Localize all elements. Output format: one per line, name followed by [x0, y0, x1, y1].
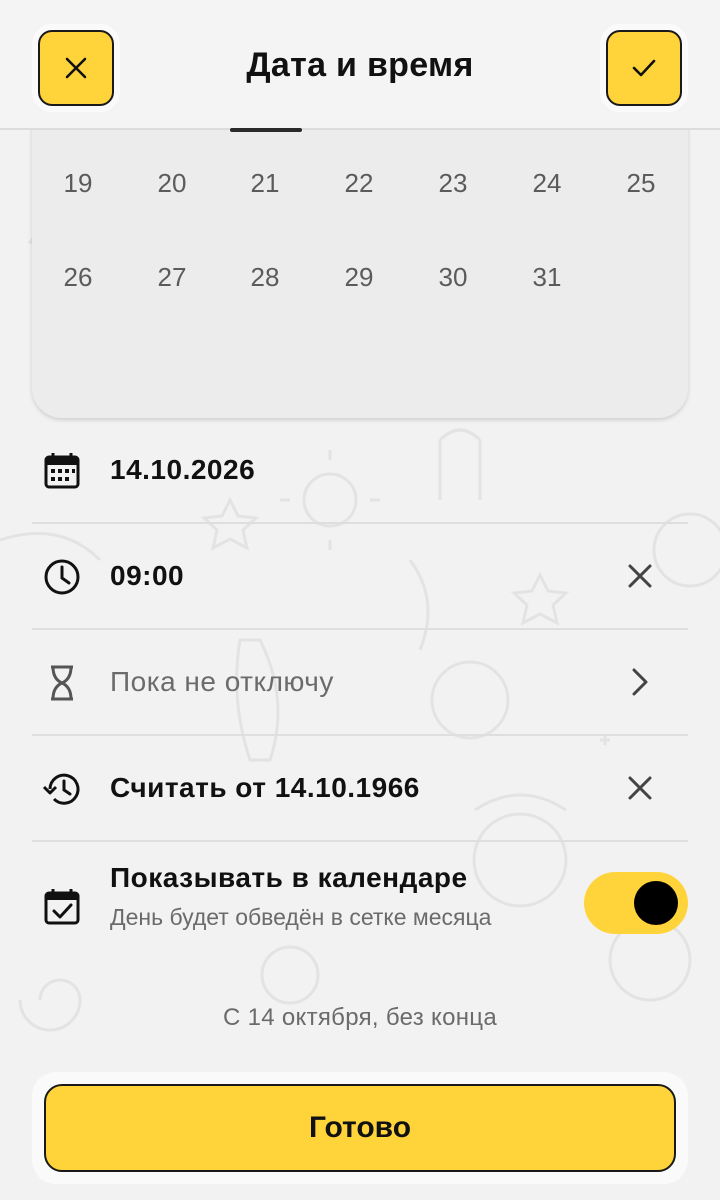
calendar-day[interactable]: 27 — [142, 262, 202, 293]
calendar-check-icon — [44, 889, 80, 925]
calendar-day[interactable]: 23 — [423, 168, 483, 199]
duration-row[interactable]: Пока не отключу — [32, 630, 688, 736]
hourglass-icon — [51, 665, 73, 701]
calendar-day[interactable]: 22 — [329, 168, 389, 199]
clear-count-from-icon[interactable] — [622, 770, 658, 806]
time-row[interactable]: 09:00 — [32, 524, 688, 630]
show-in-calendar-subtitle: День будет обведён в сетке месяца — [110, 904, 492, 930]
schedule-summary: С 14 октября, без конца — [223, 1004, 497, 1031]
date-value: 14.10.2026 — [110, 454, 256, 485]
chevron-right-icon[interactable] — [622, 664, 658, 700]
month-calendar: 19 20 21 22 23 24 25 26 27 28 29 30 31 — [32, 110, 688, 418]
calendar-day[interactable]: 29 — [329, 262, 389, 293]
calendar-day[interactable]: 20 — [142, 168, 202, 199]
count-from-value: Считать от 14.10.1966 — [110, 772, 420, 803]
check-icon — [632, 59, 656, 77]
calendar-day[interactable]: 25 — [611, 168, 671, 199]
done-button[interactable]: Готово — [44, 1084, 676, 1172]
calendar-day[interactable]: 21 — [235, 168, 295, 199]
calendar-icon — [44, 453, 80, 489]
calendar-day[interactable]: 28 — [235, 262, 295, 293]
time-value: 09:00 — [110, 560, 185, 591]
duration-value: Пока не отключу — [110, 666, 334, 697]
history-icon — [42, 773, 80, 805]
clock-icon — [44, 559, 80, 595]
clear-time-icon[interactable] — [622, 558, 658, 594]
selected-day-indicator — [230, 128, 302, 132]
count-from-row[interactable]: Считать от 14.10.1966 — [32, 736, 688, 842]
calendar-day[interactable]: 19 — [48, 168, 108, 199]
calendar-day[interactable]: 24 — [517, 168, 577, 199]
calendar-day[interactable]: 31 — [517, 262, 577, 293]
confirm-button[interactable] — [606, 30, 682, 106]
top-bar: Дата и время — [0, 0, 720, 130]
toggle-knob — [634, 881, 678, 925]
calendar-day[interactable]: 26 — [48, 262, 108, 293]
bottom-bar: Готово — [32, 1072, 688, 1184]
date-row[interactable]: 14.10.2026 — [32, 418, 688, 524]
show-in-calendar-toggle[interactable] — [584, 872, 688, 934]
show-in-calendar-row[interactable]: Показывать в календаре День будет обведё… — [32, 842, 688, 962]
calendar-day[interactable]: 30 — [423, 262, 483, 293]
show-in-calendar-title: Показывать в календаре — [110, 862, 468, 893]
